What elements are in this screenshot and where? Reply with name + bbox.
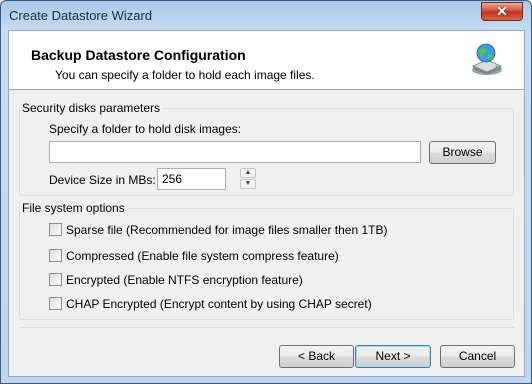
device-size-label: Device Size in MBs: (49, 173, 156, 187)
browse-button[interactable]: Browse (429, 141, 496, 164)
back-button[interactable]: < Back (279, 345, 354, 368)
wizard-window: Create Datastore Wizard ✕ Backup Datasto… (0, 0, 532, 384)
close-icon: ✕ (496, 3, 508, 19)
cancel-button[interactable]: Cancel (440, 345, 515, 368)
sparse-file-checkbox[interactable] (49, 223, 62, 236)
next-button[interactable]: Next > (355, 345, 431, 368)
wizard-client-area: Backup Datastore Configuration You can s… (8, 30, 525, 377)
security-group-label: Security disks parameters (20, 101, 163, 115)
encrypted-checkbox[interactable] (49, 273, 62, 286)
encrypted-label: Encrypted (Enable NTFS encryption featur… (66, 273, 303, 287)
wizard-header: Backup Datastore Configuration You can s… (9, 31, 524, 90)
compressed-checkbox[interactable] (49, 249, 62, 262)
device-size-input[interactable] (157, 168, 226, 190)
folder-prompt-label: Specify a folder to hold disk images: (49, 122, 242, 136)
compressed-label: Compressed (Enable file system compress … (66, 249, 339, 263)
title-bar[interactable]: Create Datastore Wizard ✕ (1, 1, 531, 31)
page-title: Backup Datastore Configuration (31, 47, 246, 63)
folder-path-input[interactable] (49, 141, 421, 163)
window-title: Create Datastore Wizard (9, 8, 153, 23)
close-button[interactable]: ✕ (481, 2, 523, 21)
chap-encrypted-checkbox[interactable] (49, 297, 62, 310)
size-down-button[interactable]: ▼ (240, 179, 256, 189)
filesystem-group-label: File system options (20, 201, 127, 215)
sparse-file-label: Sparse file (Recommended for image files… (66, 223, 388, 237)
chap-encrypted-label: CHAP Encrypted (Encrypt content by using… (66, 297, 372, 311)
network-drive-globe-icon (471, 43, 503, 75)
page-subtitle: You can specify a folder to hold each im… (55, 68, 315, 82)
size-up-button[interactable]: ▲ (240, 168, 256, 178)
footer-divider (19, 327, 514, 328)
